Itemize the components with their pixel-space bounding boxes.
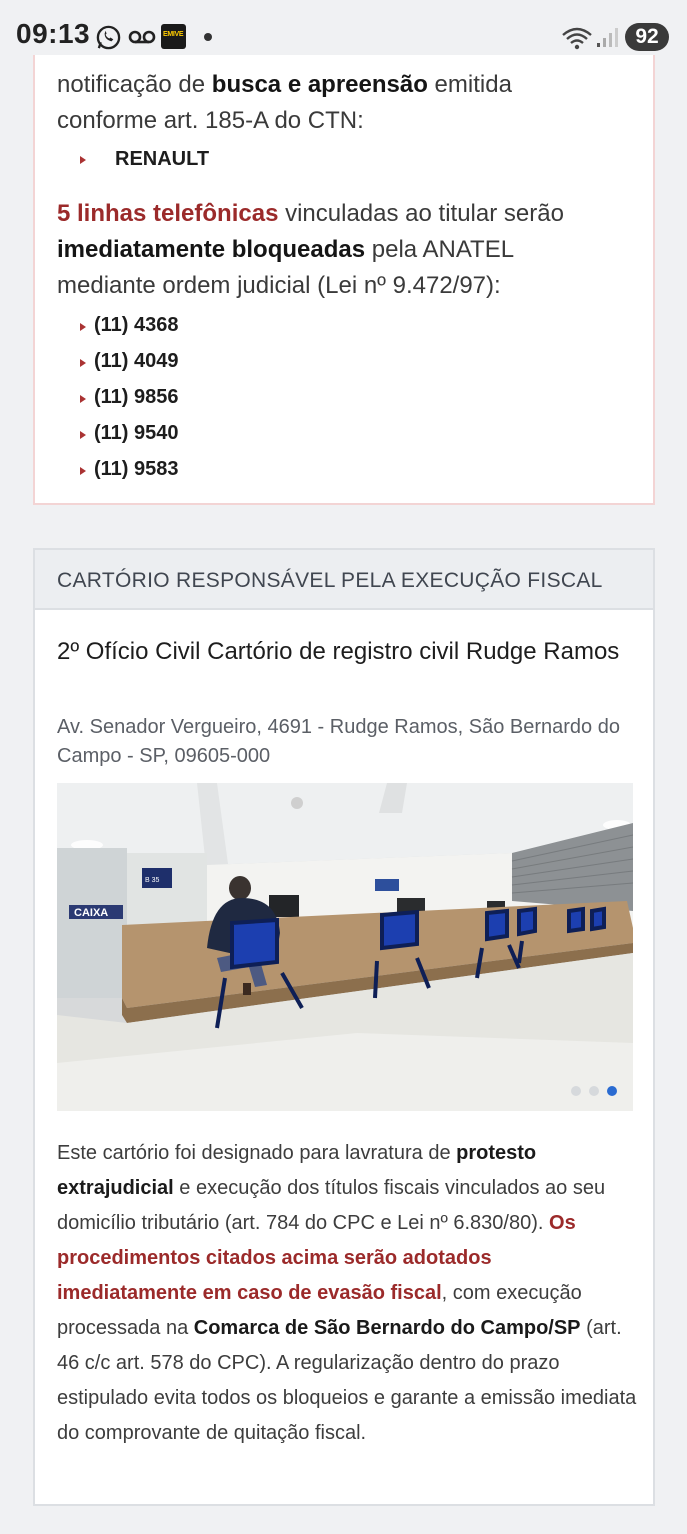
card-header-title: CARTÓRIO RESPONSÁVEL PELA EXECUÇÃO FISCA… bbox=[57, 569, 603, 592]
bullet-icon bbox=[80, 156, 86, 164]
phone-item: (11) 9540 bbox=[94, 422, 179, 444]
caixa-sign: CAIXA bbox=[74, 907, 108, 919]
ctn-article-line: conforme art. 185-A do CTN: bbox=[57, 107, 364, 134]
emive-app-icon: EMIVE bbox=[161, 24, 186, 49]
bullet-icon bbox=[80, 359, 86, 367]
carousel-dot bbox=[589, 1086, 599, 1096]
signal-icon bbox=[597, 28, 618, 47]
counter-number: B 35 bbox=[145, 877, 160, 884]
whatsapp-icon bbox=[96, 25, 121, 50]
registry-office-description: Este cartório foi designado para lavratu… bbox=[57, 1142, 637, 1444]
phone-item: (11) 9583 bbox=[94, 458, 179, 480]
bullet-icon bbox=[80, 431, 86, 439]
phone-item: (11) 9856 bbox=[94, 386, 179, 408]
bullet-icon bbox=[80, 323, 86, 331]
vehicle-item: RENAULT bbox=[115, 148, 210, 170]
voicemail-icon bbox=[128, 30, 156, 44]
bullet-icon bbox=[80, 395, 86, 403]
registry-office-card: CARTÓRIO RESPONSÁVEL PELA EXECUÇÃO FISCA… bbox=[33, 548, 655, 1506]
vehicle-phone-block-card: notificação de busca e apreensão emitida… bbox=[33, 55, 655, 505]
wifi-icon bbox=[562, 27, 592, 50]
registry-office-name: 2º Ofício Civil Cartório de registro civ… bbox=[57, 638, 620, 665]
clock: 09:13 bbox=[16, 18, 91, 49]
carousel-dot bbox=[571, 1086, 581, 1096]
office-interior-photo: CAIXA B 35 bbox=[57, 783, 633, 1111]
carousel-dot-active bbox=[607, 1086, 617, 1096]
card-header: CARTÓRIO RESPONSÁVEL PELA EXECUÇÃO FISCA… bbox=[35, 550, 653, 610]
phone-item: (11) 4368 bbox=[94, 314, 179, 336]
registry-office-address: Av. Senador Vergueiro, 4691 - Rudge Ramo… bbox=[57, 716, 620, 767]
phone-item: (11) 4049 bbox=[94, 350, 179, 372]
phone-lines-paragraph-3: mediante ordem judicial (Lei nº 9.472/97… bbox=[57, 272, 501, 299]
phone-lines-paragraph: 5 linhas telefônicas vinculadas ao titul… bbox=[57, 200, 564, 227]
registry-office-photo-carousel[interactable]: CAIXA B 35 bbox=[57, 783, 633, 1111]
bullet-icon bbox=[80, 467, 86, 475]
battery-indicator: 92 bbox=[625, 23, 669, 51]
notification-dot-icon bbox=[204, 33, 212, 41]
seizure-notice-line: notificação de busca e apreensão emitida bbox=[57, 71, 512, 98]
phone-lines-paragraph-2: imediatamente bloqueadas pela ANATEL bbox=[57, 236, 515, 263]
